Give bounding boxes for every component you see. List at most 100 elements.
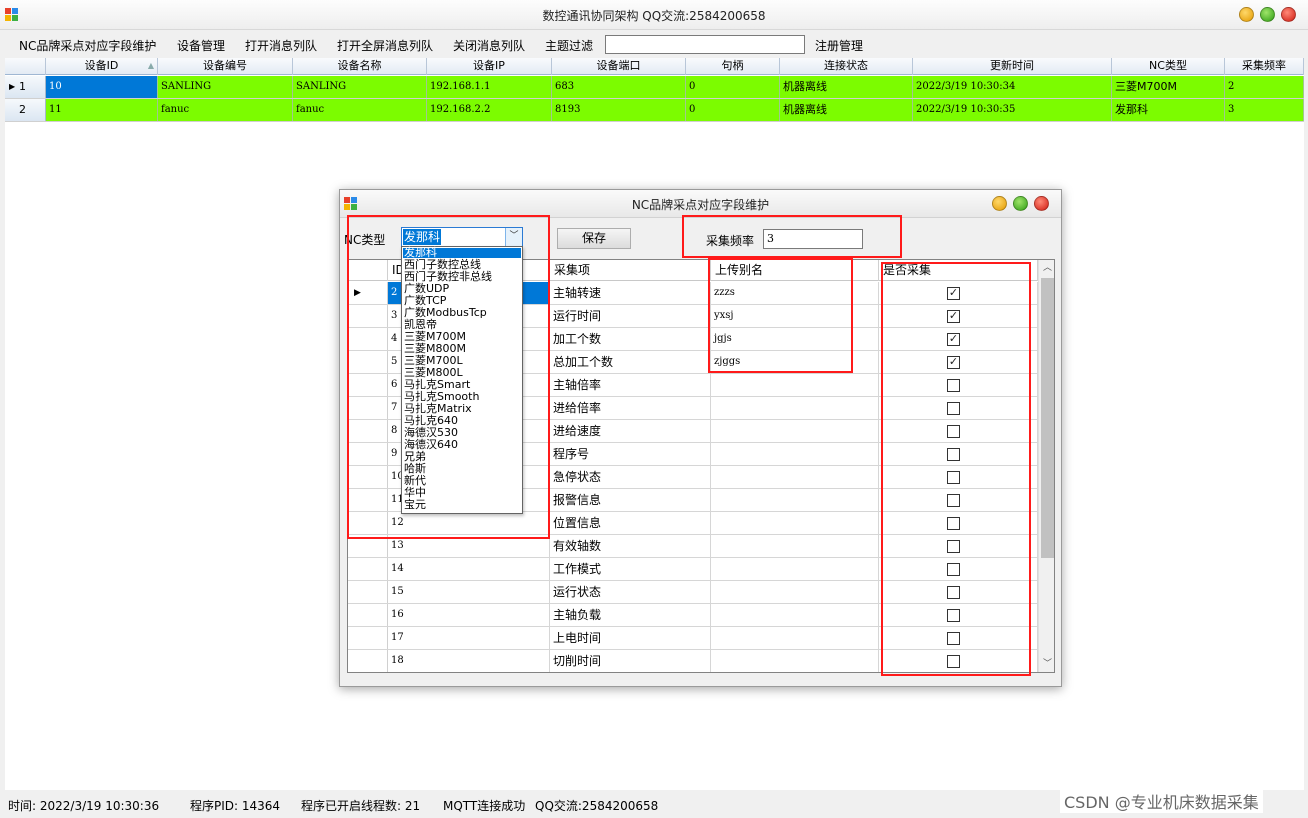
col-header-upload-alias[interactable]: 上传别名 xyxy=(711,260,879,281)
table-row[interactable]: 12 位置信息 xyxy=(348,512,1038,535)
row-header[interactable] xyxy=(348,650,388,672)
dropdown-option[interactable]: 西门子数控非总线 xyxy=(403,271,521,282)
collect-checkbox[interactable] xyxy=(947,586,960,599)
minimize-icon[interactable] xyxy=(1239,7,1254,22)
cell-is-collect[interactable] xyxy=(879,535,1038,557)
cell-collect-item[interactable]: 主轴倍率 xyxy=(550,374,711,396)
cell-upload-alias[interactable]: zjggs xyxy=(711,351,879,373)
row-header[interactable] xyxy=(348,443,388,465)
table-row[interactable]: 13 有效轴数 xyxy=(348,535,1038,558)
cell-collect-item[interactable]: 程序号 xyxy=(550,443,711,465)
cell-upload-alias[interactable] xyxy=(711,581,879,603)
row-header[interactable] xyxy=(348,627,388,649)
row-header[interactable] xyxy=(348,466,388,488)
cell-device-ip[interactable]: 192.168.2.2 xyxy=(427,99,552,121)
dropdown-option[interactable]: 三菱M700L xyxy=(403,355,521,366)
collect-checkbox[interactable] xyxy=(947,540,960,553)
cell-update-time[interactable]: 2022/3/19 10:30:35 xyxy=(913,99,1112,121)
cell-collect-item[interactable]: 报警信息 xyxy=(550,489,711,511)
cell-is-collect[interactable]: ✓ xyxy=(879,282,1038,304)
collect-checkbox[interactable] xyxy=(947,494,960,507)
chevron-down-icon[interactable]: ﹀ xyxy=(505,228,522,246)
cell-handle[interactable]: 0 xyxy=(686,99,780,121)
cell-connection-status[interactable]: 机器离线 xyxy=(780,99,913,121)
cell-id[interactable]: 12 xyxy=(388,512,550,534)
col-header-update-time[interactable]: 更新时间 xyxy=(913,58,1112,75)
cell-collect-item[interactable]: 工作模式 xyxy=(550,558,711,580)
dropdown-option[interactable]: 宝元 xyxy=(403,499,521,510)
cell-nc-type[interactable]: 发那科 xyxy=(1112,99,1225,121)
row-header[interactable] xyxy=(348,305,388,327)
dropdown-option[interactable]: 华中 xyxy=(403,487,521,498)
menu-topic-filter[interactable]: 主题过滤 xyxy=(545,37,593,54)
cell-collect-item[interactable]: 上电时间 xyxy=(550,627,711,649)
row-header[interactable] xyxy=(348,558,388,580)
table-row[interactable]: 16 主轴负载 xyxy=(348,604,1038,627)
cell-collect-freq[interactable]: 3 xyxy=(1225,99,1304,121)
dropdown-option[interactable]: 三菱M700M xyxy=(403,331,521,342)
close-icon[interactable] xyxy=(1281,7,1296,22)
cell-upload-alias[interactable] xyxy=(711,443,879,465)
cell-collect-item[interactable]: 总加工个数 xyxy=(550,351,711,373)
row-header[interactable] xyxy=(348,397,388,419)
menu-open-message-queue[interactable]: 打开消息列队 xyxy=(245,37,317,54)
cell-id[interactable]: 13 xyxy=(388,535,550,557)
col-header-device-id[interactable]: 设备ID ▲ xyxy=(46,58,158,75)
collect-checkbox[interactable] xyxy=(947,379,960,392)
cell-is-collect[interactable] xyxy=(879,650,1038,672)
cell-collect-item[interactable]: 位置信息 xyxy=(550,512,711,534)
cell-is-collect[interactable] xyxy=(879,443,1038,465)
row-header[interactable] xyxy=(348,581,388,603)
cell-is-collect[interactable] xyxy=(879,374,1038,396)
collect-checkbox[interactable] xyxy=(947,632,960,645)
cell-upload-alias[interactable] xyxy=(711,512,879,534)
cell-is-collect[interactable] xyxy=(879,489,1038,511)
cell-device-port[interactable]: 8193 xyxy=(552,99,686,121)
cell-device-ip[interactable]: 192.168.1.1 xyxy=(427,76,552,98)
cell-device-port[interactable]: 683 xyxy=(552,76,686,98)
collect-freq-input[interactable]: 3 xyxy=(763,229,863,249)
dropdown-option[interactable]: 马扎克640 xyxy=(403,415,521,426)
cell-device-code[interactable]: fanuc xyxy=(158,99,293,121)
cell-update-time[interactable]: 2022/3/19 10:30:34 xyxy=(913,76,1112,98)
dropdown-option[interactable]: 发那科 xyxy=(403,247,521,258)
cell-upload-alias[interactable] xyxy=(711,650,879,672)
cell-is-collect[interactable] xyxy=(879,604,1038,626)
cell-is-collect[interactable]: ✓ xyxy=(879,328,1038,350)
collect-checkbox[interactable]: ✓ xyxy=(947,333,960,346)
row-header[interactable] xyxy=(348,374,388,396)
cell-id[interactable]: 16 xyxy=(388,604,550,626)
cell-upload-alias[interactable] xyxy=(711,397,879,419)
cell-connection-status[interactable]: 机器离线 xyxy=(780,76,913,98)
cell-is-collect[interactable] xyxy=(879,627,1038,649)
dropdown-option[interactable]: 海德汉530 xyxy=(403,427,521,438)
cell-nc-type[interactable]: 三菱M700M xyxy=(1112,76,1225,98)
cell-upload-alias[interactable]: jgjs xyxy=(711,328,879,350)
row-header[interactable]: ▶ xyxy=(348,282,388,304)
cell-handle[interactable]: 0 xyxy=(686,76,780,98)
vertical-scrollbar[interactable]: ︿ ﹀ xyxy=(1038,260,1054,672)
dropdown-option[interactable]: 三菱M800L xyxy=(403,367,521,378)
cell-is-collect[interactable] xyxy=(879,581,1038,603)
table-row[interactable]: 17 上电时间 xyxy=(348,627,1038,650)
row-header[interactable] xyxy=(348,535,388,557)
dropdown-option[interactable]: 西门子数控总线 xyxy=(403,259,521,270)
cell-collect-item[interactable]: 主轴负载 xyxy=(550,604,711,626)
row-header[interactable] xyxy=(348,351,388,373)
cell-collect-freq[interactable]: 2 xyxy=(1225,76,1304,98)
nc-type-select[interactable]: 发那科 ﹀ xyxy=(401,227,523,247)
scroll-up-icon[interactable]: ︿ xyxy=(1039,260,1054,276)
save-button[interactable]: 保存 xyxy=(557,228,631,249)
table-row[interactable]: ▶ 1 10 SANLING SANLING 192.168.1.1 683 0 … xyxy=(5,76,1304,99)
menu-device-management[interactable]: 设备管理 xyxy=(177,37,225,54)
collect-checkbox[interactable] xyxy=(947,655,960,668)
row-header[interactable] xyxy=(348,420,388,442)
cell-is-collect[interactable] xyxy=(879,558,1038,580)
cell-collect-item[interactable]: 进给速度 xyxy=(550,420,711,442)
col-header-collect-freq[interactable]: 采集频率 xyxy=(1225,58,1304,75)
maximize-icon[interactable] xyxy=(1013,196,1028,211)
cell-upload-alias[interactable] xyxy=(711,604,879,626)
cell-collect-item[interactable]: 进给倍率 xyxy=(550,397,711,419)
dropdown-option[interactable]: 兄弟 xyxy=(403,451,521,462)
cell-id[interactable]: 15 xyxy=(388,581,550,603)
